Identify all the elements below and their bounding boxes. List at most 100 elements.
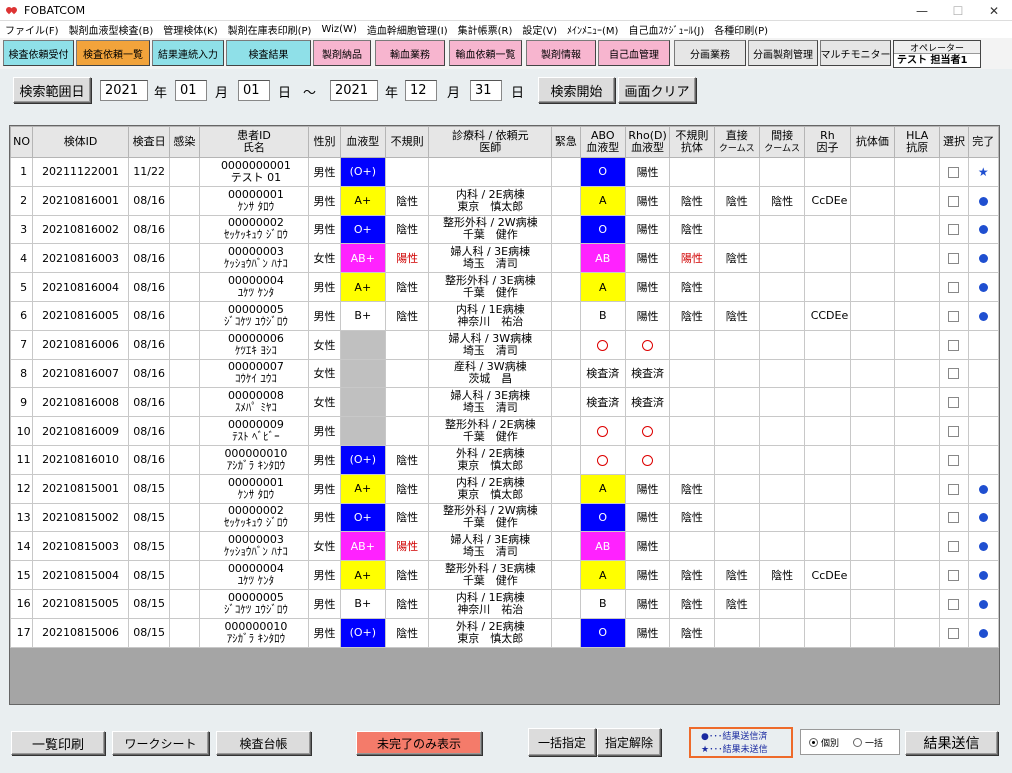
tab-continuous-input[interactable]: 結果連続入力 — [152, 40, 224, 66]
cell-rh-factor — [804, 358, 851, 389]
to-day-input[interactable]: 31 — [470, 80, 502, 101]
pending-circle-icon — [597, 454, 609, 466]
table-row[interactable]: 15 20210815004 08/15 00000004 ﾕｹﾂ ｹﾝﾀ 男性 A+ 陰性整… — [10, 560, 999, 590]
select-checkbox[interactable] — [948, 166, 960, 178]
clear-screen-button[interactable]: 画面クリア — [618, 77, 696, 103]
table-row[interactable]: 11 20210816010 08/16 000000010 ｱｼｶﾞﾗ ｷﾝﾀﾛｳ 男性… — [10, 444, 999, 475]
to-year-label: 年 — [385, 86, 399, 101]
deselect-button[interactable]: 指定解除 — [597, 728, 661, 756]
menu-item[interactable]: 自己血ｽｹｼﾞｭｰﾙ(J) — [623, 22, 709, 37]
menu-item[interactable]: 製剤血液型検査(B) — [64, 22, 159, 37]
menu-item[interactable]: 製剤在庫表印刷(P) — [223, 22, 317, 37]
cell-titer — [849, 272, 896, 302]
table-row[interactable]: 1 20211122001 11/22 0000000001 テスト 01 男性 (O+) O… — [10, 157, 999, 187]
minimize-icon[interactable]: — — [904, 0, 940, 21]
cell-exam-date: 08/16 — [127, 387, 171, 418]
select-checkbox[interactable] — [948, 454, 960, 466]
cell-infection — [169, 300, 200, 331]
table-row[interactable]: 7 20210816006 08/16 00000006 ｹﾂｴｷ ﾖｼｺ 女性 婦人科 /… — [10, 329, 999, 360]
app-heart-icon — [6, 6, 18, 15]
tab-autologous-blood[interactable]: 自己血管理 — [598, 40, 670, 66]
radio-individual[interactable] — [809, 737, 818, 747]
cell-done — [967, 444, 999, 475]
select-checkbox[interactable] — [948, 627, 960, 639]
table-row[interactable]: 3 20210816002 08/16 00000002 ｾｯｹｯｷｭｳ ｼﾞﾛｳ 男性 O… — [10, 214, 999, 245]
cell-patient: 00000003 ｹｯｼｮｳﾊﾞﾝ ﾊﾅｺ — [198, 243, 310, 274]
to-month-input[interactable]: 12 — [405, 80, 437, 101]
result-sent-icon — [978, 283, 988, 293]
menu-item[interactable]: 各種印刷(P) — [709, 22, 773, 37]
table-row[interactable]: 17 20210815006 08/15 000000010 ｱｼｶﾞﾗ ｷﾝﾀﾛｳ 男性… — [10, 617, 999, 648]
tab-exam-results[interactable]: 検査結果 — [226, 40, 311, 66]
menu-item[interactable]: ﾒｲﾝﾒﾆｭｰ(M) — [562, 22, 623, 37]
cell-hla — [893, 617, 941, 648]
tab-fraction-product[interactable]: 分画製剤管理 — [748, 40, 818, 66]
menu-item[interactable]: ファイル(F) — [0, 22, 64, 37]
maximize-icon[interactable]: ☐ — [940, 0, 976, 21]
table-row[interactable]: 8 20210816007 08/16 00000007 ｺｳｹｲ ﾕｳｺ 女性 産科 / … — [10, 358, 999, 389]
menu-item[interactable]: 造血幹細胞管理(I) — [362, 22, 453, 37]
tab-exam-request-accept[interactable]: 検査依頼受付 — [3, 40, 74, 66]
print-list-button[interactable]: 一覧印刷 — [11, 731, 105, 755]
menu-item[interactable]: Wiz(W) — [316, 24, 361, 35]
select-checkbox[interactable] — [948, 224, 960, 236]
table-row[interactable]: 16 20210815005 08/15 00000005 ｼﾞｺｹﾂ ﾕｳｼﾞﾛｳ 男性… — [10, 588, 999, 619]
select-checkbox[interactable] — [948, 310, 960, 322]
table-row[interactable]: 9 20210816008 08/16 00000008 ｽﾒﾊﾟ ﾐﾔｺ 女性 婦人科 /… — [10, 387, 999, 418]
table-row[interactable]: 12 20210815001 08/15 00000001 ｹﾝｻ ﾀﾛｳ 男性 A+ 陰性内… — [10, 473, 999, 504]
cell-irregular-antibody — [669, 329, 715, 360]
cell-urgent — [551, 157, 581, 187]
select-checkbox[interactable] — [948, 426, 960, 438]
tab-transfusion-work[interactable]: 輸血業務 — [375, 40, 445, 66]
select-checkbox[interactable] — [948, 570, 960, 582]
bulk-select-button[interactable]: 一括指定 — [528, 728, 596, 756]
cell-sample-id: 20210816005 — [32, 300, 129, 331]
cell-titer — [849, 502, 896, 533]
select-checkbox[interactable] — [948, 397, 960, 409]
radio-bulk[interactable] — [853, 737, 863, 747]
from-month-input[interactable]: 01 — [175, 80, 207, 101]
table-row[interactable]: 10 20210816009 08/16 00000009 ﾃｽﾄ ﾍﾞﾋﾞｰ 男性 整形外… — [10, 416, 999, 446]
from-day-input[interactable]: 01 — [238, 80, 270, 101]
cell-dept-doctor: 整形外科 / 3E病棟 千葉 健作 — [428, 560, 553, 590]
select-checkbox[interactable] — [948, 483, 960, 495]
menu-item[interactable]: 設定(V) — [517, 22, 562, 37]
close-icon[interactable]: ✕ — [976, 0, 1012, 21]
search-range-button[interactable]: 検索範囲日 — [13, 77, 91, 103]
menu-item[interactable]: 集計帳票(R) — [453, 22, 518, 37]
worksheet-button[interactable]: ワークシート — [112, 731, 209, 755]
menu-item[interactable]: 管理検体(K) — [158, 22, 222, 37]
tab-product-delivery[interactable]: 製剤納品 — [313, 40, 371, 66]
col-rho: Rho(D) 血液型 — [624, 126, 671, 158]
select-checkbox[interactable] — [948, 339, 960, 351]
tab-multi-monitor[interactable]: マルチモニター — [820, 40, 891, 66]
cell-hla — [893, 329, 941, 360]
select-checkbox[interactable] — [948, 253, 960, 265]
select-checkbox[interactable] — [948, 598, 960, 610]
from-year-input[interactable]: 2021 — [100, 80, 148, 101]
ledger-button[interactable]: 検査台帳 — [216, 731, 311, 755]
tab-exam-request-list[interactable]: 検査依頼一覧 — [76, 40, 150, 66]
select-checkbox[interactable] — [948, 512, 960, 524]
select-checkbox[interactable] — [948, 541, 960, 553]
cell-abo: B — [579, 588, 626, 619]
table-row[interactable]: 4 20210816003 08/16 00000003 ｹｯｼｮｳﾊﾞﾝ ﾊﾅｺ 女性 A… — [10, 243, 999, 274]
table-row[interactable]: 14 20210815003 08/15 00000003 ｹｯｼｮｳﾊﾞﾝ ﾊﾅｺ 女性… — [10, 531, 999, 562]
tab-fraction-work[interactable]: 分画業務 — [674, 40, 746, 66]
select-checkbox[interactable] — [948, 368, 960, 380]
tab-transfusion-list[interactable]: 輸血依頼一覧 — [449, 40, 522, 66]
table-row[interactable]: 6 20210816005 08/16 00000005 ｼﾞｺｹﾂ ﾕｳｼﾞﾛｳ 男性 B… — [10, 300, 999, 331]
table-row[interactable]: 13 20210815002 08/15 00000002 ｾｯｹｯｷｭｳ ｼﾞﾛｳ 男性… — [10, 502, 999, 533]
select-checkbox[interactable] — [948, 195, 960, 207]
select-checkbox[interactable] — [948, 282, 960, 294]
table-row[interactable]: 2 20210816001 08/16 00000001 ｹﾝｻ ﾀﾛｳ 男性 A+ 陰性 内科… — [10, 185, 999, 216]
table-row[interactable]: 5 20210816004 08/16 00000004 ﾕｹﾂ ｹﾝﾀ 男性 A+ 陰性 整形… — [10, 272, 999, 302]
to-year-input[interactable]: 2021 — [330, 80, 378, 101]
cell-select — [939, 560, 969, 590]
send-results-button[interactable]: 結果送信 — [905, 731, 998, 755]
tab-product-info[interactable]: 製剤情報 — [526, 40, 596, 66]
patient-id: 00000001 — [227, 187, 284, 201]
cell-rho: 検査済 — [624, 387, 671, 418]
show-incomplete-only-button[interactable]: 未完了のみ表示 — [356, 731, 482, 755]
search-start-button[interactable]: 検索開始 — [538, 77, 615, 103]
